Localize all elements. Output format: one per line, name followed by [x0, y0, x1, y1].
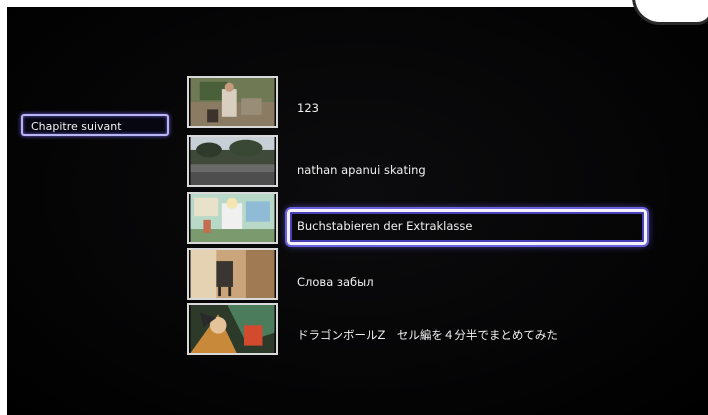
thumbnail-item-4[interactable]	[187, 248, 278, 300]
thumbnail-item-2[interactable]	[187, 135, 278, 187]
tv-screen: Chapitre suivant 123 nathan apanui skati…	[7, 0, 708, 415]
road-trees-thumbnail	[190, 137, 275, 185]
outdoor-people-thumbnail	[190, 78, 275, 126]
tv-bezel-corner	[632, 0, 708, 25]
thumbnail-item-1[interactable]	[187, 76, 278, 128]
next-chapter-button[interactable]: Chapitre suivant	[21, 114, 169, 136]
thumbnail-item-3[interactable]	[187, 192, 278, 244]
cartoon-scene-thumbnail	[190, 194, 275, 242]
playlist-item-title[interactable]: ドラゴンボールZ セル編を４分半でまとめてみた	[297, 327, 558, 343]
playlist-item-title[interactable]: Слова забыл	[297, 275, 374, 289]
thumbnail-item-5[interactable]	[187, 303, 278, 355]
playlist-item-title-selected[interactable]: Buchstabieren der Extraklasse	[297, 219, 472, 233]
playlist-item-title[interactable]: nathan apanui skating	[297, 163, 426, 177]
playlist-item-title[interactable]: 123	[297, 101, 319, 115]
anime-battle-thumbnail	[190, 305, 275, 353]
room-chair-thumbnail	[190, 250, 275, 298]
